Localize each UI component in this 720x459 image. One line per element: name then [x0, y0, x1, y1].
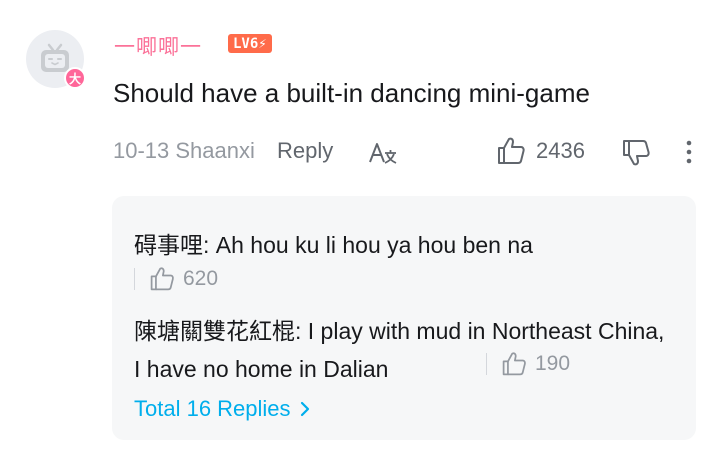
total-replies-link[interactable]: Total 16 Replies [134, 396, 311, 422]
total-replies-label: Total 16 Replies [134, 396, 291, 421]
reply-like-group: 190 [486, 351, 570, 377]
thumbs-up-icon[interactable] [501, 351, 527, 377]
reply-like-count: 190 [535, 352, 571, 375]
more-vertical-icon[interactable] [678, 138, 700, 168]
level-badge: LV6⚡ [228, 34, 272, 53]
reply-button[interactable]: Reply [277, 138, 333, 164]
chevron-right-icon [300, 401, 309, 417]
reply-like-count: 620 [183, 267, 219, 290]
reply-item[interactable]: 陳塘關雙花紅棍: I play with mud in Northeast Ch… [134, 312, 674, 388]
thumbs-up-icon[interactable] [496, 136, 526, 166]
vip-badge: 大 [64, 67, 86, 89]
replies-panel[interactable]: 碍事哩: Ah hou ku li hou ya hou ben na 620 … [112, 196, 696, 440]
divider [486, 353, 487, 375]
thumbs-up-icon[interactable] [149, 266, 175, 292]
divider [134, 268, 135, 290]
comment-text: Should have a built-in dancing mini-game [113, 78, 590, 108]
like-count: 2436 [536, 138, 585, 163]
comment-meta: 10-13 Shaanxi [113, 138, 255, 163]
thumbs-down-icon[interactable] [621, 138, 651, 168]
reply-item[interactable]: 碍事哩: Ah hou ku li hou ya hou ben na [134, 226, 533, 260]
username[interactable]: 一唧唧一 [114, 31, 202, 61]
reply-like-group: 620 [134, 266, 218, 292]
translate-icon[interactable] [368, 140, 398, 166]
